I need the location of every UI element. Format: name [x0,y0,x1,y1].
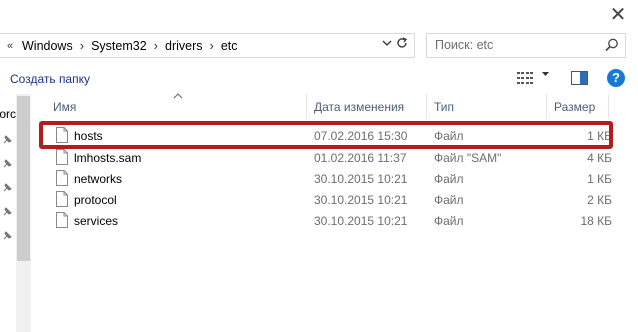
preview-pane-icon[interactable] [571,71,588,85]
breadcrumb-separator[interactable]: › [205,38,219,53]
pin-icon[interactable] [1,158,13,170]
file-name: networks [74,172,123,186]
file-icon [56,191,68,207]
sort-up-icon [173,91,183,102]
breadcrumb-separator[interactable]: › [149,38,163,53]
breadcrumb-windows[interactable]: Windows [20,39,75,53]
breadcrumb-system32[interactable]: System32 [89,39,149,53]
file-row[interactable]: protocol 30.10.2015 10:21 Файл 2 КБ [31,189,638,210]
navigation-pane: orc [0,94,31,332]
search-input[interactable] [427,34,597,56]
nav-scrollbar-thumb[interactable] [17,96,30,261]
file-name: lmhosts.sam [74,151,142,165]
refresh-icon[interactable] [394,36,410,54]
help-icon[interactable]: ? [607,69,625,87]
new-folder-button[interactable]: Создать папку [10,72,90,86]
pin-icon[interactable] [1,230,13,242]
file-type: Файл [434,172,464,186]
chevron-down-icon[interactable] [382,38,392,51]
column-divider[interactable] [306,94,307,119]
file-date: 01.02.2016 11:37 [314,151,407,165]
command-bar: Создать папку ? [0,66,638,92]
column-header-size[interactable]: Размер [554,100,595,114]
address-overflow-button[interactable]: « [0,40,20,52]
file-icon [56,170,68,186]
pin-icon[interactable] [1,182,13,194]
file-name: services [74,214,119,228]
breadcrumb-etc[interactable]: etc [219,39,240,53]
file-type: Файл "SAM" [434,151,502,165]
file-icon [56,212,68,228]
column-header-name[interactable]: Имя [53,100,76,114]
column-divider[interactable] [608,94,609,119]
column-header: Имя Дата изменения Тип Размер [31,91,638,119]
view-dropdown-icon[interactable] [541,69,550,81]
column-header-type[interactable]: Тип [434,100,454,114]
file-row[interactable]: lmhosts.sam 01.02.2016 11:37 Файл "SAM" … [31,147,638,168]
file-row[interactable]: networks 30.10.2015 10:21 Файл 1 КБ [31,168,638,189]
pin-icon[interactable] [1,206,13,218]
file-size: 18 КБ [580,214,612,228]
file-size: 4 КБ [587,151,612,165]
file-date: 30.10.2015 10:21 [314,214,408,228]
file-date: 30.10.2015 10:21 [314,172,408,186]
breadcrumb-drivers[interactable]: drivers [163,39,205,53]
column-header-date[interactable]: Дата изменения [314,100,404,114]
address-bar[interactable]: « Windows › System32 › drivers › etc [0,33,415,58]
breadcrumb-separator[interactable]: › [75,38,89,53]
file-row[interactable]: services 30.10.2015 10:21 Файл 18 КБ [31,210,638,231]
pin-icon[interactable] [1,134,13,146]
close-button[interactable]: ✕ [606,2,630,26]
file-name: protocol [74,193,117,207]
file-type: Файл [434,193,464,207]
file-date: 30.10.2015 10:21 [314,193,408,207]
column-divider[interactable] [426,94,427,119]
view-options-icon[interactable] [517,72,533,84]
file-type: Файл [434,214,464,228]
column-divider[interactable] [546,94,547,119]
highlight-box [39,121,613,149]
file-size: 1 КБ [587,172,612,186]
search-box[interactable] [426,33,626,58]
file-icon [56,149,68,165]
nav-item-label[interactable]: orc [0,107,16,121]
search-icon[interactable] [604,37,620,53]
file-size: 2 КБ [587,193,612,207]
